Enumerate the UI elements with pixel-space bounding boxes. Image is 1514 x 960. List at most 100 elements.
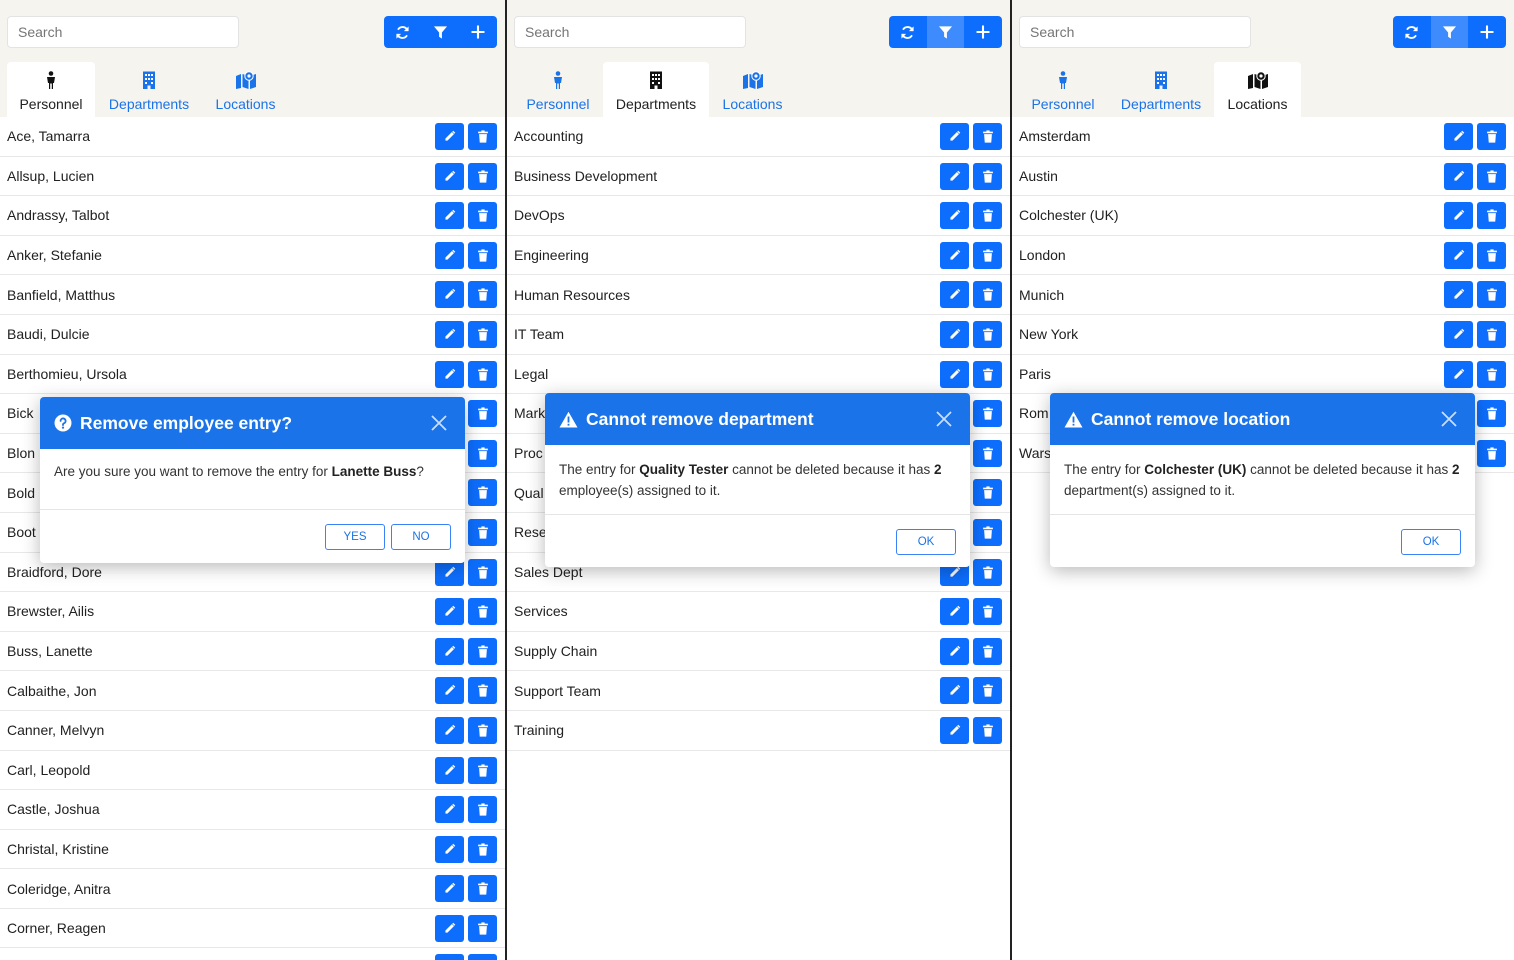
edit-button[interactable] [435,241,464,269]
edit-button[interactable] [435,123,464,150]
tab-locations[interactable]: Locations [709,62,796,117]
edit-button[interactable] [435,914,464,942]
tab-personnel[interactable]: Personnel [1019,62,1107,117]
edit-button[interactable] [435,202,464,230]
delete-button[interactable] [973,320,1002,348]
delete-button[interactable] [973,202,1002,230]
edit-button[interactable] [435,756,464,784]
delete-button[interactable] [973,637,1002,665]
delete-button[interactable] [468,518,497,546]
edit-button[interactable] [940,202,969,230]
add-button[interactable] [459,16,497,48]
delete-button[interactable] [1477,241,1506,269]
filter-button[interactable] [926,16,965,48]
search-input[interactable] [7,16,239,48]
delete-button[interactable] [973,598,1002,626]
delete-button[interactable] [468,796,497,824]
delete-button[interactable] [973,241,1002,269]
delete-button[interactable] [973,716,1002,744]
delete-button[interactable] [973,518,1002,546]
edit-button[interactable] [1444,241,1473,269]
edit-button[interactable] [940,677,969,705]
delete-button[interactable] [1477,281,1506,309]
close-icon[interactable] [934,409,954,429]
delete-button[interactable] [468,914,497,942]
edit-button[interactable] [940,162,969,190]
delete-button[interactable] [468,281,497,309]
edit-button[interactable] [435,598,464,626]
ok-button[interactable]: OK [1401,529,1461,555]
delete-button[interactable] [468,360,497,388]
delete-button[interactable] [468,202,497,230]
delete-button[interactable] [468,320,497,348]
no-button[interactable]: NO [391,524,451,550]
delete-button[interactable] [1477,202,1506,230]
delete-button[interactable] [468,875,497,903]
delete-button[interactable] [468,400,497,428]
edit-button[interactable] [1444,320,1473,348]
tab-departments[interactable]: Departments [1108,62,1214,117]
delete-button[interactable] [468,558,497,586]
delete-button[interactable] [973,439,1002,467]
edit-button[interactable] [435,677,464,705]
edit-button[interactable] [435,954,464,960]
delete-button[interactable] [1477,320,1506,348]
close-icon[interactable] [429,413,449,433]
delete-button[interactable] [973,123,1002,150]
edit-button[interactable] [940,241,969,269]
add-button[interactable] [1468,16,1506,48]
tab-personnel[interactable]: Personnel [7,62,95,117]
delete-button[interactable] [468,123,497,150]
tab-departments[interactable]: Departments [603,62,709,117]
tab-departments[interactable]: Departments [96,62,202,117]
delete-button[interactable] [973,360,1002,388]
delete-button[interactable] [468,716,497,744]
delete-button[interactable] [1477,123,1506,150]
edit-button[interactable] [1444,360,1473,388]
delete-button[interactable] [973,400,1002,428]
delete-button[interactable] [1477,439,1506,467]
close-icon[interactable] [1439,409,1459,429]
edit-button[interactable] [435,875,464,903]
edit-button[interactable] [940,320,969,348]
delete-button[interactable] [468,598,497,626]
delete-button[interactable] [468,479,497,507]
delete-button[interactable] [1477,400,1506,428]
delete-button[interactable] [468,637,497,665]
delete-button[interactable] [468,677,497,705]
delete-button[interactable] [973,162,1002,190]
edit-button[interactable] [1444,202,1473,230]
delete-button[interactable] [468,241,497,269]
edit-button[interactable] [435,281,464,309]
search-input[interactable] [514,16,746,48]
yes-button[interactable]: YES [325,524,385,550]
add-button[interactable] [964,16,1002,48]
tab-personnel[interactable]: Personnel [514,62,602,117]
delete-button[interactable] [973,558,1002,586]
delete-button[interactable] [973,281,1002,309]
filter-button[interactable] [1430,16,1469,48]
refresh-button[interactable] [1393,16,1431,48]
refresh-button[interactable] [889,16,927,48]
delete-button[interactable] [468,439,497,467]
edit-button[interactable] [435,162,464,190]
edit-button[interactable] [435,835,464,863]
edit-button[interactable] [435,796,464,824]
delete-button[interactable] [973,479,1002,507]
tab-locations[interactable]: Locations [1214,62,1301,117]
delete-button[interactable] [468,835,497,863]
delete-button[interactable] [973,677,1002,705]
delete-button[interactable] [468,954,497,960]
edit-button[interactable] [435,320,464,348]
edit-button[interactable] [435,637,464,665]
edit-button[interactable] [940,716,969,744]
edit-button[interactable] [940,360,969,388]
search-input[interactable] [1019,16,1251,48]
edit-button[interactable] [1444,162,1473,190]
edit-button[interactable] [1444,123,1473,150]
delete-button[interactable] [1477,360,1506,388]
edit-button[interactable] [940,637,969,665]
delete-button[interactable] [468,756,497,784]
edit-button[interactable] [940,281,969,309]
delete-button[interactable] [1477,162,1506,190]
